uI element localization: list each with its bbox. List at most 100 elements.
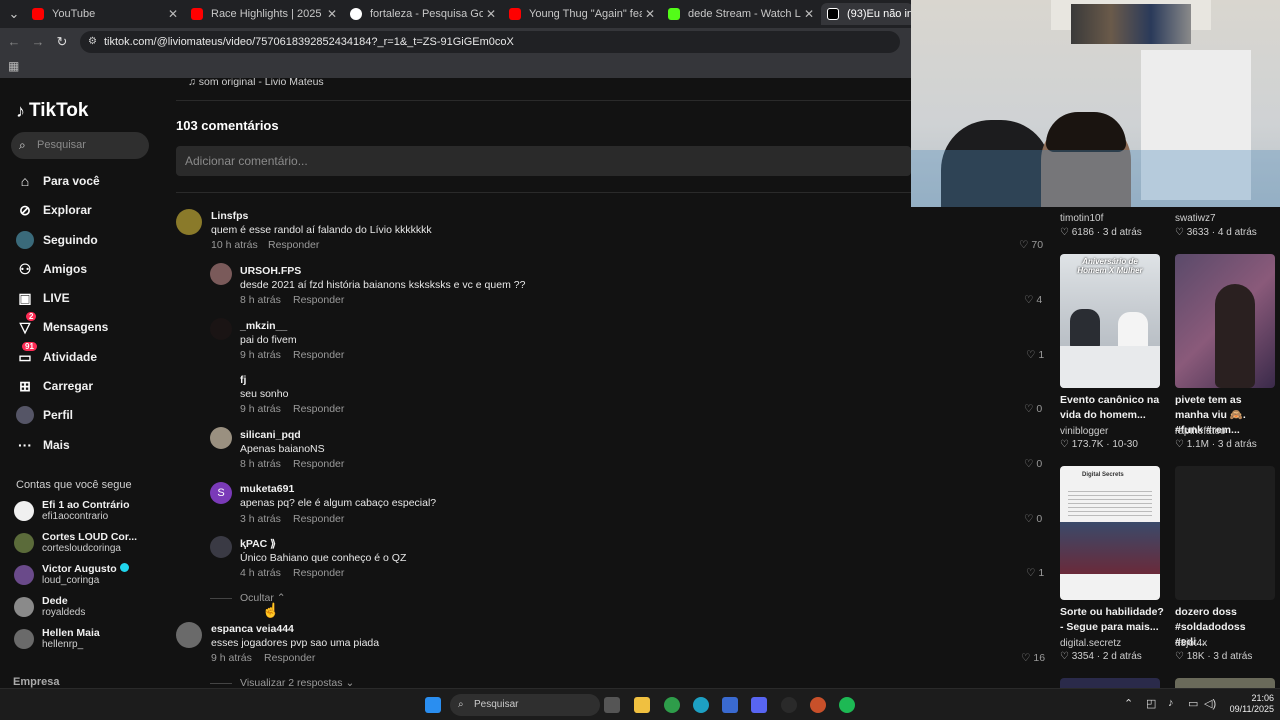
like-button[interactable]: ♡ 0 bbox=[1024, 403, 1042, 415]
avatar[interactable] bbox=[210, 263, 232, 285]
tab-young-thug[interactable]: Young Thug "Again" feat Gucc ✕ bbox=[503, 3, 658, 25]
taskbar-search[interactable]: ⌕ Pesquisar bbox=[450, 694, 600, 716]
comment-username[interactable]: espanca veia444 bbox=[211, 623, 294, 635]
footer-empresa[interactable]: Empresa bbox=[13, 676, 59, 688]
video-thumbnail[interactable] bbox=[1060, 678, 1160, 688]
reply-button[interactable]: Responder bbox=[293, 403, 344, 415]
microphone-icon[interactable]: ♪ bbox=[1168, 697, 1174, 709]
nav-carregar[interactable]: ⊞ Carregar bbox=[16, 375, 93, 397]
like-button[interactable]: ♡ 70 bbox=[1019, 239, 1043, 251]
reply-button[interactable]: Responder bbox=[293, 513, 344, 525]
nav-atividade[interactable]: ▭ 91 Atividade bbox=[16, 342, 97, 368]
video-thumbnail[interactable] bbox=[1175, 678, 1275, 688]
comment-username[interactable]: silicani_pqd bbox=[240, 429, 301, 441]
view-replies-button[interactable]: Visualizar 2 respostas ⌄ bbox=[240, 677, 354, 688]
volume-icon[interactable]: ◁) bbox=[1204, 697, 1216, 710]
video-title[interactable]: Sorte ou habilidade? - Segue para mais..… bbox=[1060, 605, 1170, 635]
reply-button[interactable]: Responder bbox=[293, 458, 344, 470]
close-icon[interactable]: ✕ bbox=[483, 7, 499, 21]
spotify-icon[interactable] bbox=[839, 697, 855, 713]
video-author[interactable]: digital.secretz bbox=[1060, 638, 1121, 649]
url-input[interactable]: ⚙ tiktok.com/@liviomateus/video/75706183… bbox=[80, 31, 900, 53]
nav-mensagens[interactable]: ▽ 2 Mensagens bbox=[16, 312, 108, 338]
avatar[interactable] bbox=[210, 536, 232, 558]
chevron-up-icon[interactable]: ⌃ bbox=[1124, 697, 1133, 710]
close-icon[interactable]: ✕ bbox=[801, 7, 817, 21]
comment-username[interactable]: Linsfps bbox=[211, 210, 248, 222]
avatar[interactable] bbox=[210, 427, 232, 449]
mail-icon[interactable] bbox=[722, 697, 738, 713]
network-icon[interactable]: ◰ bbox=[1146, 697, 1156, 710]
followed-account[interactable]: Dede royaldeds bbox=[14, 595, 85, 618]
comment-input[interactable]: Adicionar comentário... bbox=[176, 146, 911, 176]
tab-tiktok[interactable]: (93)Eu não inventei bbox=[821, 3, 913, 25]
video-title[interactable]: Evento canônico na vida do homem... bbox=[1060, 393, 1160, 423]
reply-button[interactable]: Responder bbox=[268, 239, 319, 251]
close-icon[interactable]: ✕ bbox=[165, 7, 181, 21]
steam-icon[interactable] bbox=[781, 697, 797, 713]
clock[interactable]: 21:06 09/11/2025 bbox=[1226, 693, 1274, 715]
sound-label[interactable]: ♫ som original - Livio Mateus bbox=[188, 78, 324, 88]
tiktok-logo[interactable]: ♪ TikTok bbox=[16, 100, 88, 122]
video-thumbnail[interactable] bbox=[1175, 466, 1275, 600]
tab-youtube[interactable]: YouTube ✕ bbox=[26, 3, 181, 25]
tab-kick-stream[interactable]: dede Stream - Watch Live on K ✕ bbox=[662, 3, 817, 25]
comment-username[interactable]: _mkzin__ bbox=[240, 320, 287, 332]
nav-live[interactable]: ▣ LIVE bbox=[16, 287, 69, 309]
chrome-icon[interactable] bbox=[664, 697, 680, 713]
video-author[interactable]: d3jot4x bbox=[1175, 638, 1207, 649]
apps-icon[interactable]: ▦ bbox=[8, 59, 19, 73]
video-author[interactable]: swatiwz7 bbox=[1175, 213, 1216, 224]
tab-list-button[interactable]: ⌄ bbox=[6, 6, 22, 22]
comment-username[interactable]: muketa691 bbox=[240, 483, 294, 495]
nav-para-voce[interactable]: ⌂ Para você bbox=[16, 170, 100, 192]
reply-button[interactable]: Responder bbox=[293, 567, 344, 579]
windows-start-icon[interactable] bbox=[425, 697, 441, 713]
reply-button[interactable]: Responder bbox=[293, 349, 344, 361]
comment-username[interactable]: URSOH.FPS bbox=[240, 265, 301, 277]
avatar[interactable]: S bbox=[210, 482, 232, 504]
discord-icon[interactable] bbox=[751, 697, 767, 713]
avatar[interactable] bbox=[176, 209, 202, 235]
nav-perfil[interactable]: Perfil bbox=[16, 404, 73, 426]
nav-explorar[interactable]: ⊘ Explorar bbox=[16, 199, 92, 221]
sidebar-search-input[interactable]: ⌕ Pesquisar bbox=[11, 132, 149, 159]
like-button[interactable]: ♡ 0 bbox=[1024, 513, 1042, 525]
back-icon[interactable]: ← bbox=[6, 34, 22, 50]
followed-account[interactable]: Cortes LOUD Cor... cortesloudcoringa bbox=[14, 531, 137, 554]
like-button[interactable]: ♡ 1 bbox=[1026, 349, 1044, 361]
followed-account[interactable]: Efi 1 ao Contrário efi1aocontrario bbox=[14, 499, 130, 522]
monitor-icon[interactable]: ▭ bbox=[1188, 697, 1198, 710]
video-author[interactable]: rapthefatoo bbox=[1175, 426, 1226, 437]
forward-icon[interactable]: → bbox=[30, 34, 46, 50]
tab-google-search[interactable]: fortaleza - Pesquisa Google ✕ bbox=[344, 3, 499, 25]
game-launcher-icon[interactable] bbox=[810, 697, 826, 713]
reload-icon[interactable]: ↻ bbox=[54, 34, 70, 50]
nav-amigos[interactable]: ⚇ Amigos bbox=[16, 258, 87, 280]
comment-username[interactable]: fj bbox=[240, 374, 246, 386]
tab-race-highlights[interactable]: Race Highlights | 2025 Sao Paul ✕ bbox=[185, 3, 340, 25]
like-button[interactable]: ♡ 16 bbox=[1021, 652, 1045, 664]
video-thumbnail[interactable] bbox=[1175, 254, 1275, 388]
avatar[interactable] bbox=[210, 318, 232, 340]
avatar[interactable] bbox=[176, 622, 202, 648]
file-explorer-icon[interactable] bbox=[634, 697, 650, 713]
task-view-icon[interactable] bbox=[604, 697, 620, 713]
close-icon[interactable]: ✕ bbox=[642, 7, 658, 21]
video-thumbnail[interactable]: Aniversário de Homem X Mulher bbox=[1060, 254, 1160, 388]
video-thumbnail[interactable]: Digital Secrets bbox=[1060, 466, 1160, 600]
like-button[interactable]: ♡ 1 bbox=[1026, 567, 1044, 579]
like-button[interactable]: ♡ 0 bbox=[1024, 458, 1042, 470]
nav-mais[interactable]: ··· Mais bbox=[16, 434, 70, 456]
comment-username[interactable]: ⱪPAC ⟫ bbox=[240, 538, 276, 550]
followed-account[interactable]: Hellen Maia hellenrp_ bbox=[14, 627, 100, 650]
video-author[interactable]: viniblogger bbox=[1060, 426, 1108, 437]
site-info-icon[interactable]: ⚙ bbox=[88, 31, 97, 53]
edge-icon[interactable] bbox=[693, 697, 709, 713]
close-icon[interactable]: ✕ bbox=[324, 7, 340, 21]
nav-seguindo[interactable]: Seguindo bbox=[16, 229, 98, 251]
reply-button[interactable]: Responder bbox=[293, 294, 344, 306]
video-author[interactable]: timotin10f bbox=[1060, 213, 1103, 224]
followed-account[interactable]: Victor Augusto loud_coringa bbox=[14, 563, 129, 586]
reply-button[interactable]: Responder bbox=[264, 652, 315, 664]
